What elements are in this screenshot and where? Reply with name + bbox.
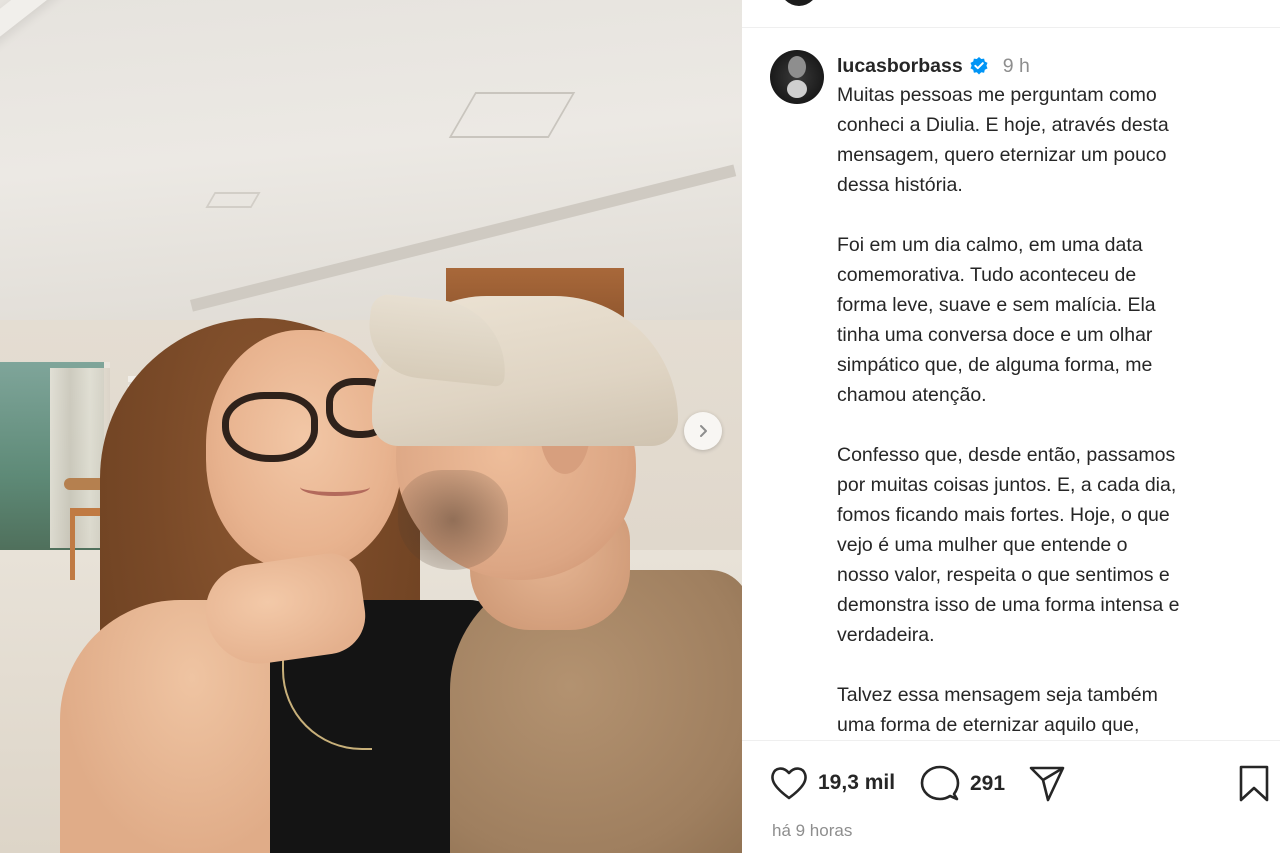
photo-ceiling <box>0 0 742 330</box>
post-caption: lucasborbass 9 h Muitas pessoas me pergu… <box>837 52 1267 740</box>
paper-plane-icon <box>1029 766 1065 802</box>
avatar[interactable] <box>770 50 824 104</box>
panel-header <box>742 0 1280 28</box>
avatar-face <box>787 80 807 98</box>
save-button[interactable] <box>1238 765 1270 803</box>
caption-paragraph: Talvez essa mensagem seja também uma for… <box>837 684 1158 736</box>
post-date[interactable]: há 9 horas <box>772 821 852 841</box>
photo-man-beard <box>398 470 508 570</box>
caption-header: lucasborbass 9 h <box>837 52 1267 80</box>
photo-smile <box>300 478 370 496</box>
caption-paragraph: Foi em um dia calmo, em uma data comemor… <box>837 234 1156 406</box>
username-link[interactable]: lucasborbass <box>837 51 963 81</box>
bookmark-icon <box>1239 765 1269 802</box>
next-photo-button[interactable] <box>684 412 722 450</box>
heart-icon <box>771 767 807 800</box>
share-button[interactable] <box>1028 765 1066 803</box>
caption-paragraph: Muitas pessoas me perguntam como conheci… <box>837 84 1169 196</box>
like-button[interactable]: 19,3 mil <box>770 765 895 801</box>
comment-button[interactable]: 291 <box>920 765 1005 803</box>
comment-bubble-icon <box>920 765 960 801</box>
photo-glasses <box>222 392 318 462</box>
post-actions-bar: 19,3 mil 291 há 9 horas <box>742 740 1280 853</box>
verified-badge-icon <box>969 56 989 76</box>
photo-ceiling-vent <box>205 192 261 208</box>
post-details-panel: lucasborbass 9 h Muitas pessoas me pergu… <box>742 0 1280 853</box>
post-time[interactable]: 9 h <box>1003 51 1030 81</box>
header-avatar[interactable] <box>780 0 818 6</box>
comment-count[interactable]: 291 <box>970 772 1005 796</box>
post-photo[interactable] <box>0 0 742 853</box>
chevron-right-icon <box>700 425 707 437</box>
avatar-face <box>788 56 806 78</box>
caption-paragraph: Confesso que, desde então, passamos por … <box>837 444 1180 646</box>
like-count[interactable]: 19,3 mil <box>818 771 895 795</box>
